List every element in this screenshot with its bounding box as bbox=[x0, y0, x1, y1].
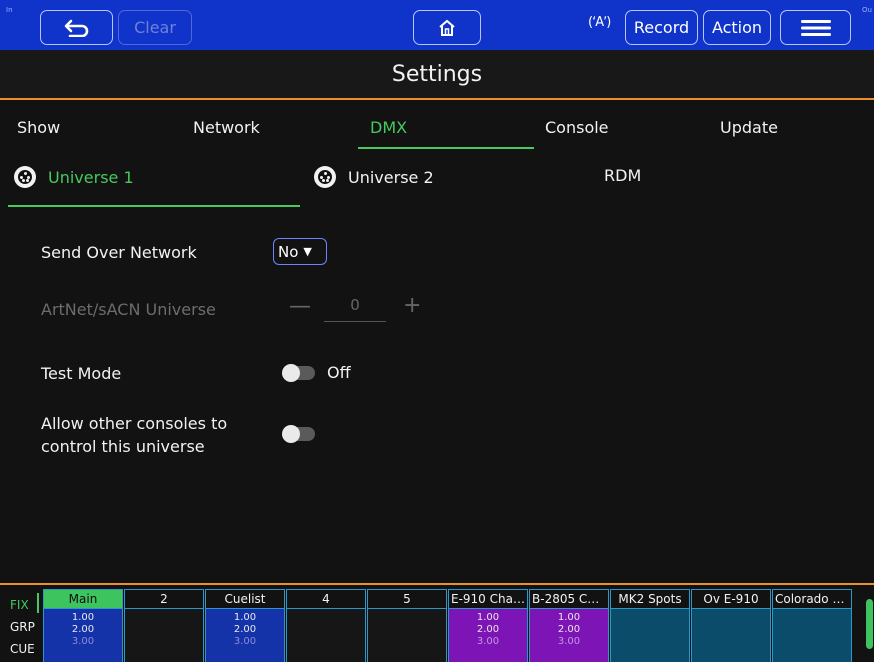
playback-name: MK2 Spots bbox=[611, 590, 689, 609]
tab-network[interactable]: Network bbox=[193, 118, 260, 137]
playback-2[interactable]: 2 bbox=[124, 589, 204, 662]
send-over-network-dropdown[interactable]: No ▼ bbox=[273, 238, 327, 265]
playback-cues: 1.00 2.00 3.00 bbox=[530, 609, 608, 662]
subtab-rdm[interactable]: RDM bbox=[604, 166, 641, 185]
subtab-label: Universe 2 bbox=[348, 167, 434, 187]
home-icon bbox=[439, 19, 455, 36]
input-indicator: In bbox=[6, 6, 13, 14]
wireless-icon: (ʻAʼ) bbox=[588, 15, 611, 30]
playback-colorado[interactable]: Colorado 1... bbox=[772, 589, 852, 662]
mode-grp[interactable]: GRP bbox=[10, 620, 35, 634]
playback-cues bbox=[287, 609, 365, 662]
playback-cuelist[interactable]: Cuelist 1.00 2.00 3.00 bbox=[205, 589, 285, 662]
page-title: Settings bbox=[0, 50, 874, 100]
subtab-label: Universe 1 bbox=[48, 167, 134, 187]
mode-cue[interactable]: CUE bbox=[10, 642, 35, 656]
bottom-divider bbox=[0, 583, 874, 585]
record-button[interactable]: Record bbox=[625, 10, 698, 45]
clear-button[interactable]: Clear bbox=[118, 10, 192, 45]
playback-name: Main bbox=[44, 590, 122, 609]
playback-name: Ov E-910 bbox=[692, 590, 770, 609]
decrement-button[interactable]: — bbox=[289, 294, 311, 319]
test-mode-toggle[interactable] bbox=[282, 364, 315, 382]
mode-fix[interactable]: FIX bbox=[10, 598, 29, 612]
test-mode-label: Test Mode bbox=[41, 364, 122, 383]
active-tab-indicator bbox=[358, 147, 534, 149]
playback-cues bbox=[692, 609, 770, 662]
playback-name: 4 bbox=[287, 590, 365, 609]
allow-control-toggle[interactable] bbox=[282, 425, 315, 443]
playback-cues bbox=[125, 609, 203, 662]
playback-cues bbox=[773, 609, 851, 662]
playback-b2805-chase[interactable]: B-2805 Ch... 1.00 2.00 3.00 bbox=[529, 589, 609, 662]
playback-scrollbar[interactable] bbox=[866, 599, 873, 649]
dropdown-caret-icon: ▼ bbox=[303, 245, 312, 258]
output-indicator: Ou bbox=[862, 6, 872, 14]
tab-show[interactable]: Show bbox=[17, 118, 60, 137]
playback-5[interactable]: 5 bbox=[367, 589, 447, 662]
playback-mk2-spots[interactable]: MK2 Spots bbox=[610, 589, 690, 662]
home-button[interactable] bbox=[413, 10, 481, 45]
playback-name: Cuelist bbox=[206, 590, 284, 609]
playback-e910-chase[interactable]: E-910 Chase 1.00 2.00 3.00 bbox=[448, 589, 528, 662]
tab-console[interactable]: Console bbox=[545, 118, 609, 137]
action-button[interactable]: Action bbox=[703, 10, 771, 45]
playback-main[interactable]: Main 1.00 2.00 3.00 bbox=[43, 589, 123, 662]
playback-cues: 1.00 2.00 3.00 bbox=[44, 609, 122, 662]
top-toolbar: In Clear (ʻAʼ) Record Action Ou bbox=[0, 0, 874, 50]
artnet-universe-label: ArtNet/sACN Universe bbox=[41, 300, 216, 319]
playback-name: B-2805 Ch... bbox=[530, 590, 608, 609]
playback-cues: 1.00 2.00 3.00 bbox=[449, 609, 527, 662]
undo-icon bbox=[64, 19, 88, 37]
playback-4[interactable]: 4 bbox=[286, 589, 366, 662]
subtab-universe-1[interactable]: Universe 1 bbox=[14, 166, 134, 188]
send-over-network-label: Send Over Network bbox=[41, 243, 197, 262]
back-button[interactable] bbox=[40, 10, 113, 45]
test-mode-state: Off bbox=[327, 363, 351, 382]
allow-control-label-line2: control this universe bbox=[41, 437, 205, 456]
playback-cues bbox=[611, 609, 689, 662]
playback-name: Colorado 1... bbox=[773, 590, 851, 609]
playback-name: 2 bbox=[125, 590, 203, 609]
subtab-universe-2[interactable]: Universe 2 bbox=[314, 166, 434, 188]
menu-button[interactable] bbox=[780, 10, 851, 45]
artnet-universe-input[interactable]: 0 bbox=[324, 296, 386, 322]
playback-cues bbox=[368, 609, 446, 662]
allow-control-label-line1: Allow other consoles to bbox=[41, 414, 228, 433]
dmx-connector-icon bbox=[314, 166, 336, 188]
increment-button[interactable]: + bbox=[403, 293, 421, 318]
playback-ov-e910[interactable]: Ov E-910 bbox=[691, 589, 771, 662]
active-subtab-indicator bbox=[8, 205, 300, 207]
hamburger-menu-icon bbox=[800, 19, 831, 36]
playback-cues: 1.00 2.00 3.00 bbox=[206, 609, 284, 662]
tab-dmx[interactable]: DMX bbox=[370, 118, 407, 137]
playback-name: 5 bbox=[368, 590, 446, 609]
dmx-connector-icon bbox=[14, 166, 36, 188]
mode-indicator bbox=[37, 593, 39, 613]
dropdown-value: No bbox=[278, 242, 299, 261]
tab-update[interactable]: Update bbox=[720, 118, 778, 137]
playback-name: E-910 Chase bbox=[449, 590, 527, 609]
